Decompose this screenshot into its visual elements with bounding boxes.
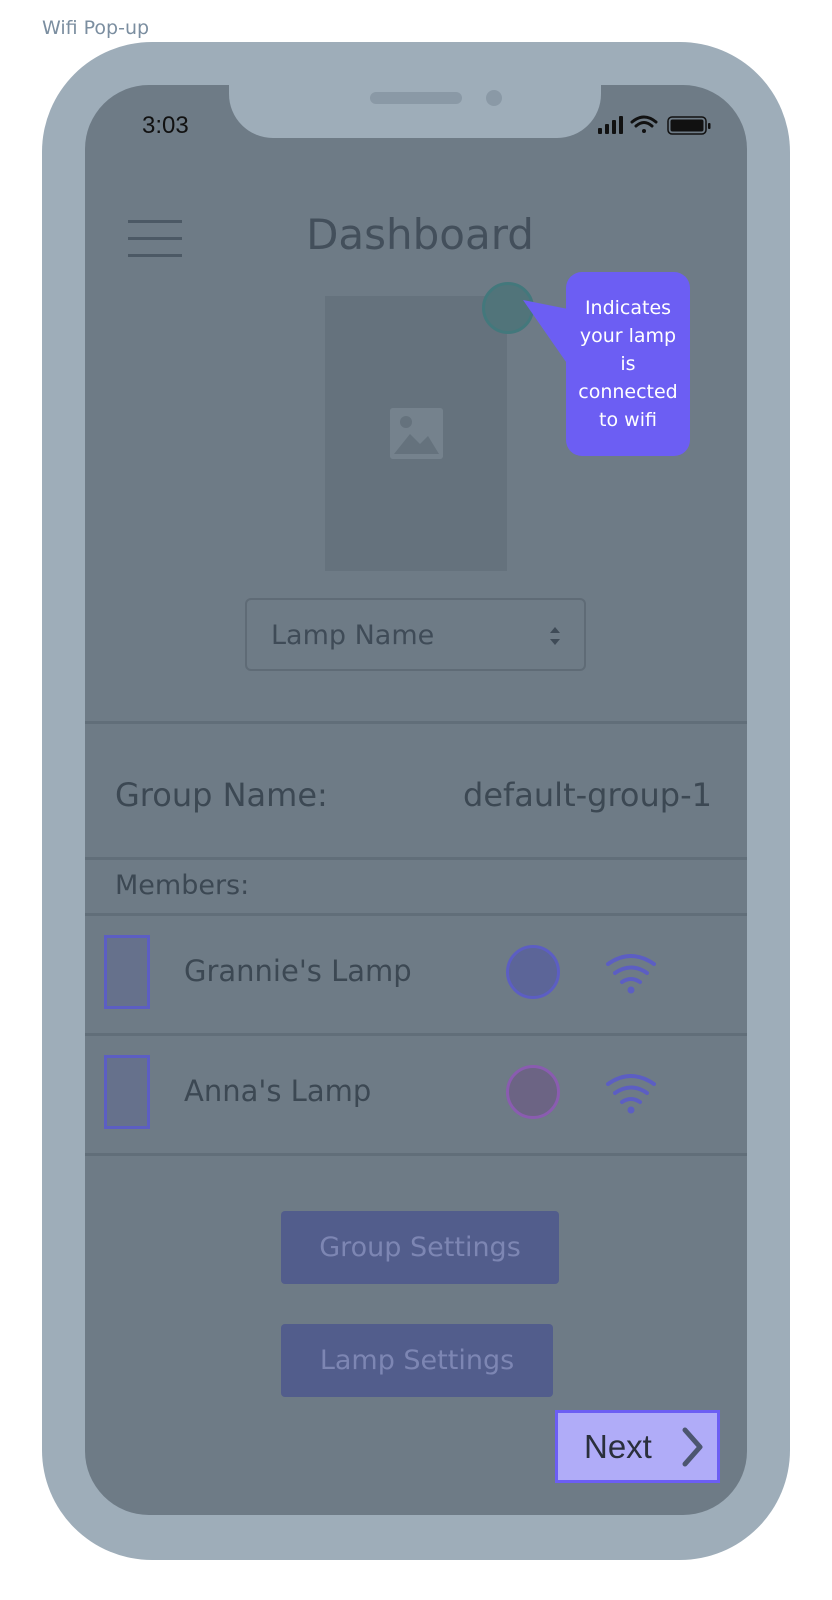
wifi-tooltip: Indicates your lamp is connected to wifi — [566, 272, 690, 456]
image-placeholder-icon — [390, 408, 443, 459]
next-button-label: Next — [584, 1428, 652, 1465]
status-icons — [598, 115, 711, 135]
wifi-icon — [606, 1074, 656, 1114]
signal-icon — [598, 116, 623, 134]
tooltip-text: Indicates your lamp is connected to wifi — [578, 297, 678, 431]
select-arrows-icon — [550, 627, 560, 645]
member-name[interactable]: Grannie's Lamp — [184, 954, 412, 988]
hamburger-icon[interactable] — [128, 220, 182, 258]
lamp-settings-button[interactable]: Lamp Settings — [281, 1324, 553, 1397]
speaker-grille — [370, 92, 462, 104]
member-name[interactable]: Anna's Lamp — [184, 1074, 371, 1108]
wifi-icon — [630, 115, 658, 133]
next-button[interactable]: Next — [555, 1410, 720, 1483]
divider — [85, 721, 747, 724]
status-time: 3:03 — [142, 112, 189, 139]
member-thumbnail — [104, 935, 150, 1009]
battery-icon — [667, 116, 711, 135]
divider — [85, 1153, 747, 1156]
divider — [85, 1033, 747, 1036]
frame-label: Wifi Pop-up — [42, 17, 150, 39]
lamp-select-value: Lamp Name — [271, 620, 435, 651]
group-name-label: Group Name: — [115, 776, 328, 814]
wifi-icon — [606, 954, 656, 994]
members-label: Members: — [115, 870, 250, 901]
chevron-right-icon — [682, 1427, 703, 1467]
front-camera — [486, 90, 502, 106]
divider — [85, 913, 747, 916]
member-thumbnail — [104, 1055, 150, 1129]
lamp-select[interactable]: Lamp Name — [245, 598, 586, 671]
group-settings-button[interactable]: Group Settings — [281, 1211, 559, 1284]
page-title: Dashboard — [306, 210, 534, 259]
group-name-value: default-group-1 — [463, 776, 712, 814]
divider — [85, 857, 747, 860]
member-status-indicator[interactable] — [506, 1065, 560, 1119]
member-status-indicator[interactable] — [506, 945, 560, 999]
